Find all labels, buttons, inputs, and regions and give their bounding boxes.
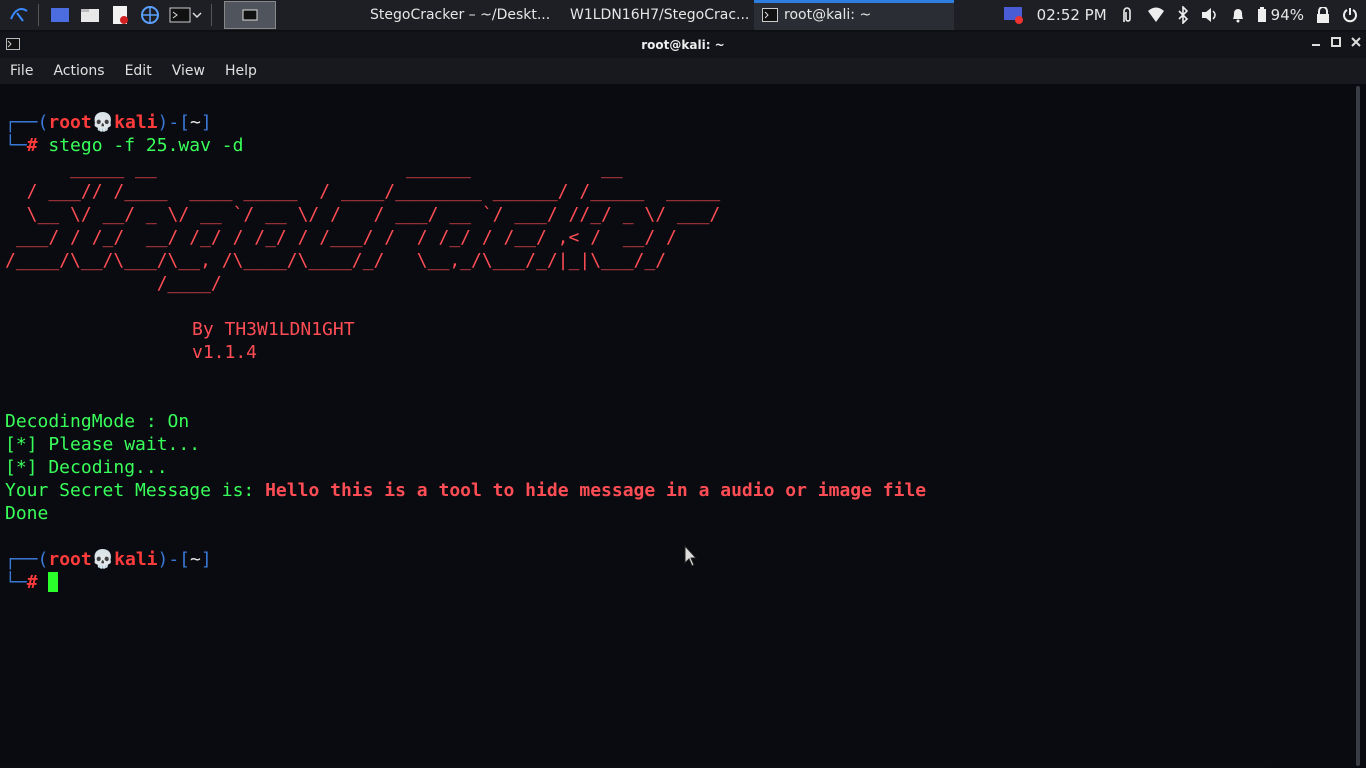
close-icon	[1351, 37, 1361, 47]
task-stegocracker-ide[interactable]: StegoCracker – ~/Deskt...	[356, 0, 556, 30]
ascii-art-line: ___/ / /_/ __/ /_/ / /_/ / /___/ / / /_/…	[5, 227, 677, 248]
menu-view[interactable]: View	[172, 63, 205, 79]
menu-file[interactable]: File	[10, 63, 33, 79]
terminal-output[interactable]: ┌──(root💀kali)-[~] └─# stego -f 25.wav -…	[0, 84, 1366, 768]
mode-line: DecodingMode : On	[5, 411, 190, 432]
maximize-button[interactable]	[1330, 35, 1342, 52]
battery-percentage: 94%	[1270, 6, 1304, 24]
author-line: By TH3W1LDN1GHT	[192, 319, 355, 340]
lock-icon[interactable]	[1316, 7, 1330, 23]
command-text: stego -f 25.wav -d	[48, 135, 244, 156]
workspace-switcher[interactable]	[224, 1, 276, 29]
prompt-line-1: ┌──(root💀kali)-[~]	[5, 112, 212, 133]
terminal-launcher-icon[interactable]	[169, 4, 191, 26]
bluetooth-icon[interactable]	[1177, 6, 1189, 24]
panel-separator	[38, 4, 39, 26]
prompt-user: root	[48, 112, 92, 133]
mouse-pointer-icon	[684, 545, 698, 567]
terminal-icon	[762, 8, 778, 22]
kali-menu-icon[interactable]	[8, 4, 30, 26]
minimize-button[interactable]	[1310, 35, 1322, 52]
task-label: W1LDN16H7/StegoCrac...	[570, 7, 750, 23]
menu-help[interactable]: Help	[225, 63, 257, 79]
ascii-art-line: /____/	[5, 273, 222, 294]
task-firefox[interactable]: W1LDN16H7/StegoCrac...	[556, 0, 754, 30]
terminal-window-icon	[6, 38, 20, 50]
battery-indicator[interactable]: 94%	[1257, 6, 1304, 24]
secret-label: Your Secret Message is:	[5, 480, 266, 501]
bell-icon[interactable]	[1231, 7, 1245, 23]
web-browser-icon[interactable]	[139, 4, 161, 26]
prompt-dir: ~	[190, 549, 201, 570]
ascii-art-line: /____/\__/\___/\__, /\____/\____/_/ \__,…	[5, 250, 667, 271]
close-button[interactable]	[1350, 35, 1362, 52]
task-label: root@kali: ~	[784, 7, 872, 23]
decoding-line: [*] Decoding...	[5, 457, 168, 478]
menu-edit[interactable]: Edit	[125, 63, 152, 79]
ascii-art-line: _____ __ ______ __	[5, 158, 623, 179]
power-icon[interactable]	[1342, 7, 1358, 23]
version-line: v1.1.4	[192, 342, 258, 363]
paperclip-icon[interactable]	[1119, 6, 1135, 24]
wifi-icon[interactable]	[1147, 7, 1165, 23]
screen-record-icon[interactable]	[1003, 5, 1025, 25]
chevron-down-icon[interactable]	[191, 4, 203, 26]
task-terminal[interactable]: root@kali: ~	[754, 0, 954, 30]
window-title: root@kali: ~	[641, 38, 725, 52]
maximize-icon	[1331, 37, 1341, 47]
command-line: └─# stego -f 25.wav -d	[5, 135, 244, 156]
secret-message-line: Your Secret Message is: Hello this is a …	[5, 479, 926, 502]
ascii-art-line: / ___// /____ ____ _____ / ____/________…	[5, 181, 721, 202]
prompt-host: kali	[114, 549, 158, 570]
clock[interactable]: 02:52 PM	[1037, 6, 1107, 24]
prompt-line-2: ┌──(root💀kali)-[~]	[5, 549, 212, 570]
window-titlebar[interactable]: root@kali: ~	[0, 32, 1366, 58]
text-cursor	[48, 572, 59, 592]
system-tray: 02:52 PM 94%	[1003, 0, 1366, 30]
text-editor-icon[interactable]	[109, 4, 131, 26]
file-manager-icon[interactable]	[79, 4, 101, 26]
secret-message: Hello this is a tool to hide message in …	[265, 480, 927, 501]
show-desktop-icon[interactable]	[49, 4, 71, 26]
task-label: StegoCracker – ~/Deskt...	[370, 7, 551, 23]
volume-icon[interactable]	[1201, 7, 1219, 23]
menu-actions[interactable]: Actions	[53, 63, 104, 79]
done-line: Done	[5, 503, 49, 524]
prompt-user: root	[48, 549, 92, 570]
input-line[interactable]: └─#	[5, 571, 59, 594]
prompt-host: kali	[114, 112, 158, 133]
terminal-scrollbar[interactable]	[1356, 86, 1360, 766]
prompt-dir: ~	[190, 112, 201, 133]
battery-icon	[1257, 7, 1266, 22]
top-panel: StegoCracker – ~/Deskt... W1LDN16H7/Steg…	[0, 0, 1366, 30]
wait-line: [*] Please wait...	[5, 434, 201, 455]
menu-bar: File Actions Edit View Help	[0, 58, 1366, 84]
ascii-art-line: \__ \/ __/ _ \/ __ `/ __ \/ / / ___/ __ …	[5, 204, 721, 225]
panel-separator	[211, 4, 212, 26]
minimize-icon	[1312, 44, 1320, 46]
